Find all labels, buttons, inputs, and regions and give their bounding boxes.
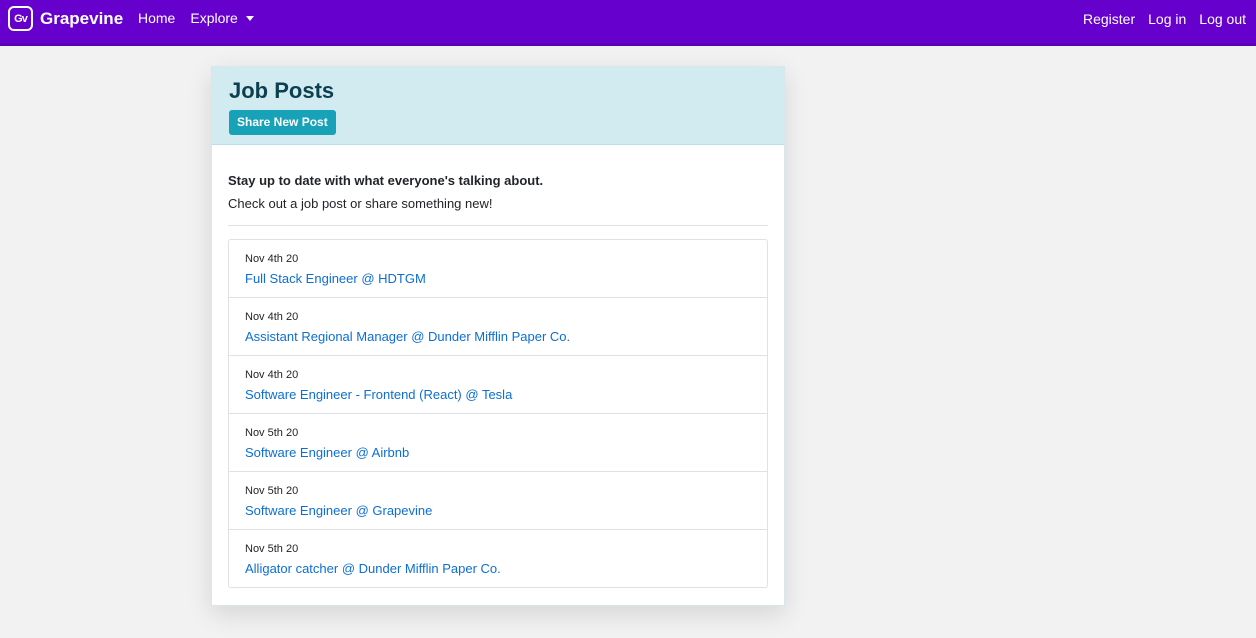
lead-text: Stay up to date with what everyone's tal… <box>228 173 544 188</box>
post-date: Nov 4th 20 <box>245 311 299 323</box>
post-date: Nov 4th 20 <box>245 253 299 265</box>
nav-home-link[interactable]: Home <box>138 10 175 26</box>
post-date: Nov 5th 20 <box>245 427 299 439</box>
share-new-post-button[interactable]: Share New Post <box>229 110 336 135</box>
list-item: Nov 4th 20 Full Stack Engineer @ HDTGM <box>229 240 767 298</box>
nav-right: Register Log in Log out <box>1070 11 1246 27</box>
job-posts-card: Job Posts Share New Post Stay up to date… <box>211 66 785 606</box>
nav-explore-dropdown[interactable]: Explore <box>190 10 254 26</box>
navbar: Gv Grapevine Home Explore Register Log i… <box>0 0 1256 46</box>
post-title-link[interactable]: Full Stack Engineer @ HDTGM <box>245 271 751 287</box>
nav-logout-link[interactable]: Log out <box>1199 11 1246 27</box>
chevron-down-icon <box>245 15 254 21</box>
nav-login-link[interactable]: Log in <box>1148 11 1186 27</box>
brand-link[interactable]: Gv Grapevine <box>8 6 123 31</box>
post-date: Nov 5th 20 <box>245 485 299 497</box>
page-title: Job Posts <box>229 78 335 103</box>
post-date: Nov 5th 20 <box>245 543 299 555</box>
brand-name: Grapevine <box>40 8 124 28</box>
post-title-link[interactable]: Software Engineer @ Airbnb <box>245 445 751 461</box>
nav-left: Home Explore <box>138 10 269 26</box>
list-item: Nov 4th 20 Software Engineer - Frontend … <box>229 356 767 414</box>
list-item: Nov 5th 20 Alligator catcher @ Dunder Mi… <box>229 530 767 587</box>
card-header: Job Posts Share New Post <box>212 67 784 145</box>
sub-text: Check out a job post or share something … <box>228 196 493 211</box>
list-item: Nov 4th 20 Assistant Regional Manager @ … <box>229 298 767 356</box>
post-title-link[interactable]: Alligator catcher @ Dunder Mifflin Paper… <box>245 561 751 577</box>
nav-explore-label: Explore <box>190 10 238 26</box>
post-title-link[interactable]: Software Engineer - Frontend (React) @ T… <box>245 387 751 403</box>
post-title-link[interactable]: Software Engineer @ Grapevine <box>245 503 751 519</box>
grapevine-logo-icon: Gv <box>8 6 33 31</box>
post-list: Nov 4th 20 Full Stack Engineer @ HDTGM N… <box>228 239 768 588</box>
post-date: Nov 4th 20 <box>245 369 299 381</box>
divider <box>228 225 768 226</box>
post-title-link[interactable]: Assistant Regional Manager @ Dunder Miff… <box>245 329 751 345</box>
list-item: Nov 5th 20 Software Engineer @ Grapevine <box>229 472 767 530</box>
card-body: Stay up to date with what everyone's tal… <box>212 145 784 588</box>
nav-register-link[interactable]: Register <box>1083 11 1135 27</box>
list-item: Nov 5th 20 Software Engineer @ Airbnb <box>229 414 767 472</box>
